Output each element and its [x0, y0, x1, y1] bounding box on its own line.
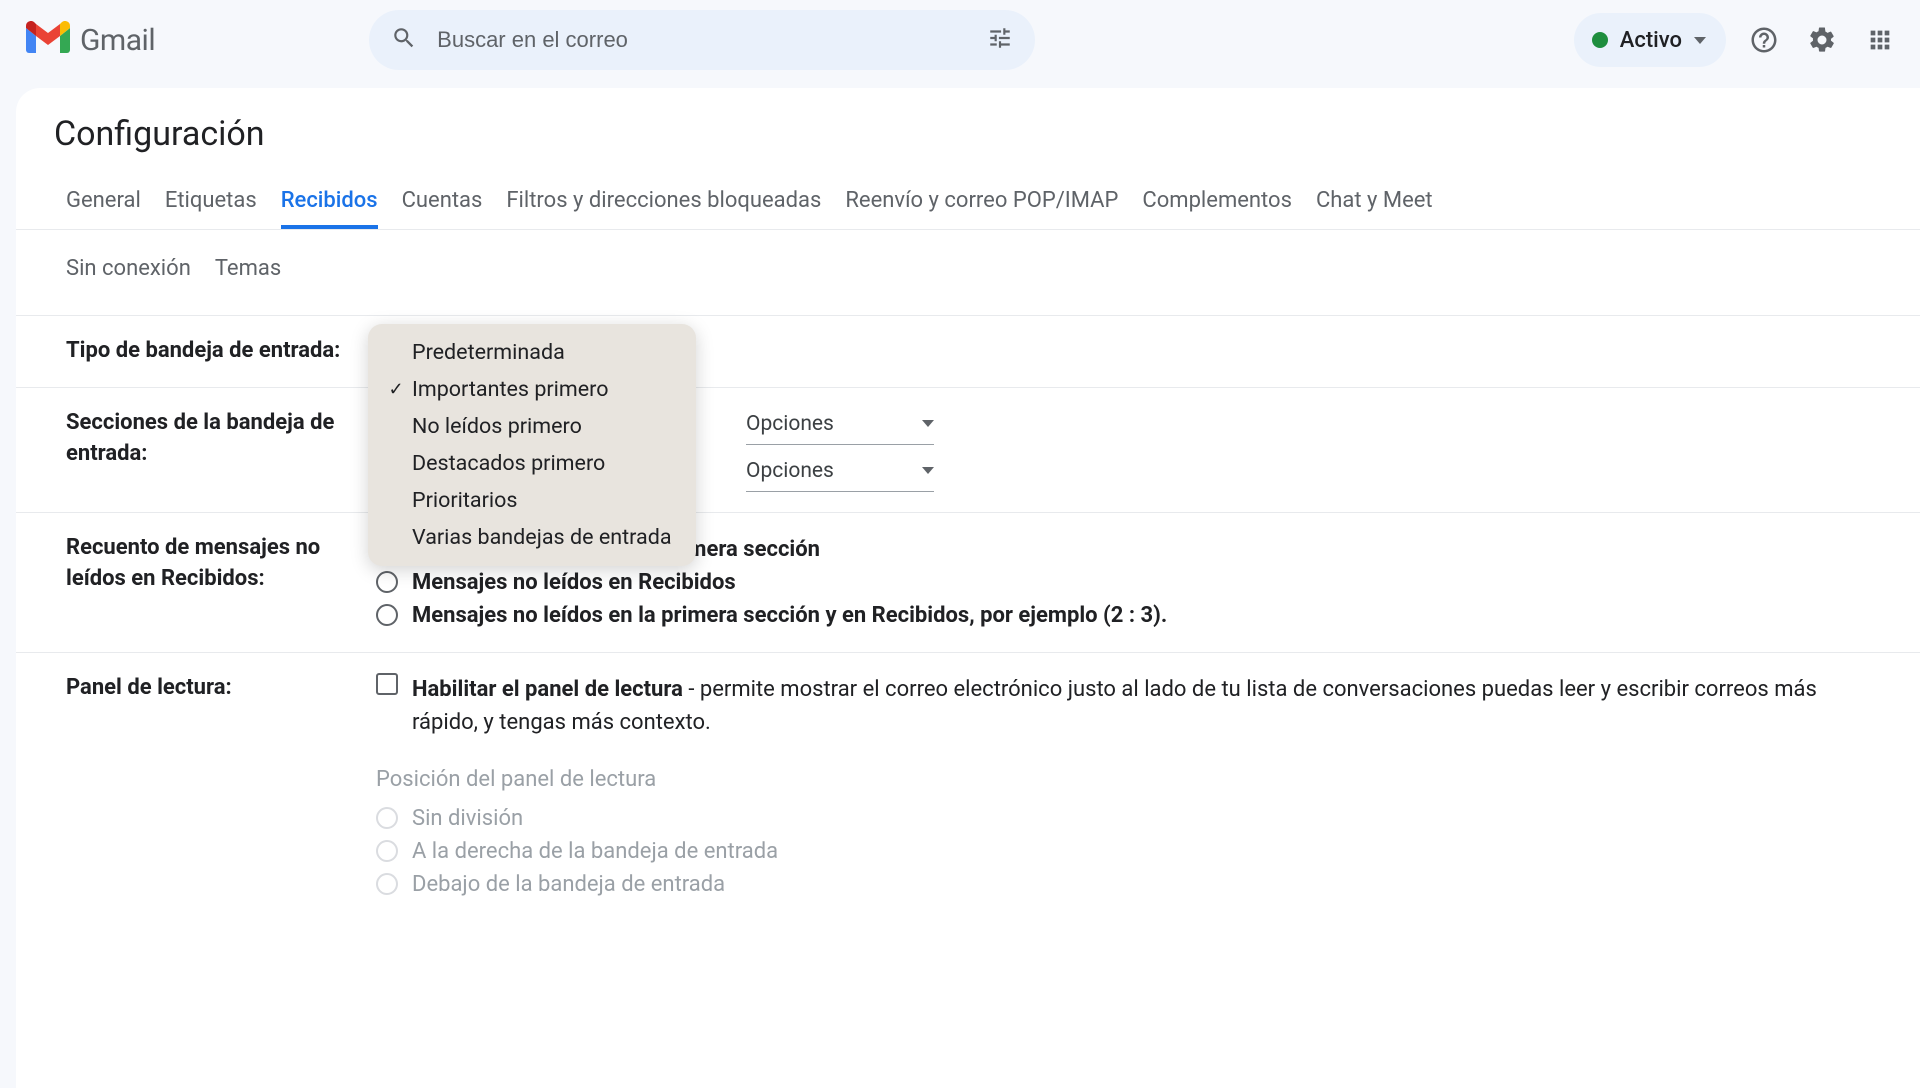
inbox-type-option-label: Destacados primero	[412, 451, 605, 476]
unread-count-label: Recuento de mensajes no leídos en Recibi…	[66, 533, 376, 595]
position-option-label: A la derecha de la bandeja de entrada	[412, 835, 778, 868]
page-title: Configuración	[54, 114, 1920, 154]
inbox-type-dropdown: Predeterminada ✓ Importantes primero No leí…	[368, 324, 696, 566]
settings-panel: Configuración General Etiquetas Recibidos C…	[16, 88, 1920, 1088]
app-header: Gmail Activo	[0, 0, 1920, 88]
tab-etiquetas[interactable]: Etiquetas	[165, 178, 257, 229]
inbox-type-option-label: No leídos primero	[412, 414, 582, 439]
setting-reading-pane: Panel de lectura: Habilitar el panel de …	[16, 653, 1920, 921]
inbox-type-option[interactable]: ✓ Importantes primero	[368, 371, 696, 408]
reading-pane-checkbox-bold: Habilitar el panel de lectura	[412, 677, 683, 702]
tab-filtros-y-direcciones-bloqueadas[interactable]: Filtros y direcciones bloqueadas	[506, 178, 821, 229]
search-bar[interactable]	[369, 10, 1035, 70]
tune-icon[interactable]	[987, 25, 1013, 55]
reading-pane-position-option: A la derecha de la bandeja de entrada	[376, 835, 1882, 868]
inbox-type-label: Tipo de bandeja de entrada:	[66, 336, 376, 367]
reading-pane-position-option: Sin división	[376, 802, 1882, 835]
search-icon	[391, 25, 417, 55]
check-icon: ✓	[386, 379, 406, 400]
position-option-label: Debajo de la bandeja de entrada	[412, 868, 725, 901]
inbox-type-option[interactable]: Prioritarios	[368, 482, 696, 519]
setting-unread-count: Recuento de mensajes no leídos en Recibi…	[16, 513, 1920, 653]
chevron-down-icon	[1694, 37, 1706, 44]
section-options-2[interactable]: Opciones	[746, 455, 934, 492]
product-name: Gmail	[80, 23, 155, 58]
reading-pane-checkbox-text: Habilitar el panel de lectura - permite …	[412, 673, 1882, 739]
tab-cuentas[interactable]: Cuentas	[402, 178, 483, 229]
settings-button[interactable]	[1802, 20, 1842, 60]
help-button[interactable]	[1744, 20, 1784, 60]
unread-count-option[interactable]: Mensajes no leídos en Recibidos	[376, 566, 1882, 599]
tab-reenv-o-y-correo-pop-imap[interactable]: Reenvío y correo POP/IMAP	[845, 178, 1118, 229]
inbox-sections-label: Secciones de la bandeja de entrada:	[66, 408, 376, 470]
tabs-row-2: Sin conexión Temas	[16, 230, 1920, 316]
radio-icon	[376, 840, 398, 862]
setting-inbox-type: Tipo de bandeja de entrada:	[16, 316, 1920, 388]
section-options-1[interactable]: Opciones	[746, 408, 934, 445]
reading-pane-checkbox[interactable]	[376, 673, 398, 695]
gmail-logo-icon	[26, 21, 70, 59]
tab-complementos[interactable]: Complementos	[1142, 178, 1292, 229]
reading-pane-position-option: Debajo de la bandeja de entrada	[376, 868, 1882, 901]
chevron-down-icon	[922, 420, 934, 427]
inbox-type-option[interactable]: Predeterminada	[368, 334, 696, 371]
inbox-type-option-label: Importantes primero	[412, 377, 609, 402]
tab-recibidos[interactable]: Recibidos	[281, 178, 378, 229]
tabs-row-1: General Etiquetas Recibidos Cuentas Filtros …	[16, 178, 1920, 230]
reading-pane-enable-row[interactable]: Habilitar el panel de lectura - permite …	[376, 673, 1882, 739]
radio-icon[interactable]	[376, 604, 398, 626]
unread-count-option[interactable]: Mensajes no leídos en la primera sección…	[376, 599, 1882, 632]
tab-temas[interactable]: Temas	[215, 246, 281, 297]
apps-button[interactable]	[1860, 20, 1900, 60]
inbox-type-option-label: Predeterminada	[412, 340, 565, 365]
unread-count-option-label: Mensajes no leídos en Recibidos	[412, 566, 736, 599]
position-option-label: Sin división	[412, 802, 523, 835]
status-label: Activo	[1620, 28, 1682, 53]
reading-pane-position-title: Posición del panel de lectura	[376, 767, 1882, 792]
setting-inbox-sections: Secciones de la bandeja de entrada: Opci…	[16, 388, 1920, 513]
chevron-down-icon	[922, 467, 934, 474]
tab-sin-conexi-n[interactable]: Sin conexión	[66, 246, 191, 297]
search-input[interactable]	[435, 26, 969, 54]
header-actions: Activo	[1574, 13, 1900, 67]
radio-icon	[376, 873, 398, 895]
inbox-type-option[interactable]: No leídos primero	[368, 408, 696, 445]
inbox-type-option[interactable]: Varias bandejas de entrada	[368, 519, 696, 556]
radio-icon[interactable]	[376, 571, 398, 593]
reading-pane-label: Panel de lectura:	[66, 673, 376, 704]
status-pill[interactable]: Activo	[1574, 13, 1726, 67]
inbox-type-option-label: Prioritarios	[412, 488, 517, 513]
unread-count-option-label: Mensajes no leídos en la primera sección…	[412, 599, 1167, 632]
options-label: Opciones	[746, 459, 834, 483]
inbox-type-option-label: Varias bandejas de entrada	[412, 525, 672, 550]
status-dot-icon	[1592, 32, 1608, 48]
radio-icon	[376, 807, 398, 829]
inbox-type-option[interactable]: Destacados primero	[368, 445, 696, 482]
tab-general[interactable]: General	[66, 178, 141, 229]
options-label: Opciones	[746, 412, 834, 436]
tab-chat-y-meet[interactable]: Chat y Meet	[1316, 178, 1433, 229]
logo[interactable]: Gmail	[26, 21, 155, 59]
